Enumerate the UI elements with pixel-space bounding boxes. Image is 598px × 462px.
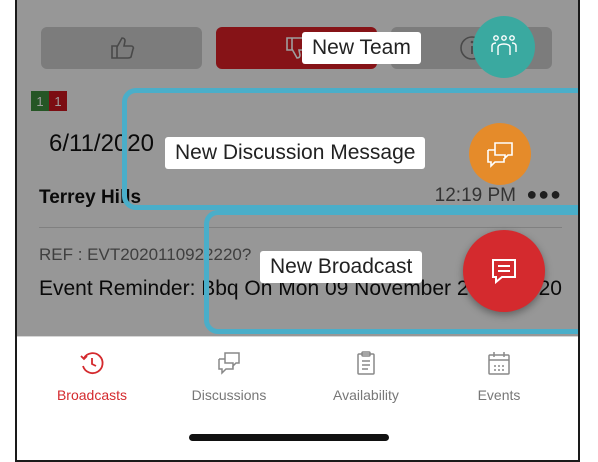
history-icon: [80, 352, 104, 375]
tab-broadcasts-label: Broadcasts: [56, 387, 128, 403]
message-icon: [492, 259, 516, 285]
phone-screen: 1 1 6/11/2020 Terrey Hills 12:19 PM ●●● …: [15, 0, 580, 462]
discussions-icon: [218, 352, 240, 375]
tab-events-label: Events: [477, 387, 521, 403]
tab-availability[interactable]: Availability: [296, 337, 436, 403]
new-broadcast-label[interactable]: New Broadcast: [260, 251, 423, 283]
new-team-button[interactable]: [473, 16, 535, 78]
new-discussion-button[interactable]: [469, 123, 531, 185]
new-team-label[interactable]: New Team: [302, 32, 421, 64]
clipboard-icon: [357, 351, 375, 375]
tab-discussions[interactable]: Discussions: [159, 337, 299, 403]
new-discussion-label[interactable]: New Discussion Message: [165, 137, 426, 169]
bottom-tab-bar: Broadcasts Discussions Availability Even…: [17, 336, 578, 460]
new-broadcast-button[interactable]: [463, 230, 545, 312]
home-indicator[interactable]: [189, 434, 389, 441]
tab-events[interactable]: Events: [429, 337, 569, 403]
team-icon: [491, 35, 517, 55]
tab-availability-label: Availability: [333, 387, 399, 403]
calendar-icon: [488, 352, 510, 375]
tab-discussions-label: Discussions: [191, 387, 267, 403]
tab-broadcasts[interactable]: Broadcasts: [22, 337, 162, 403]
chat-bubbles-icon: [487, 142, 513, 168]
